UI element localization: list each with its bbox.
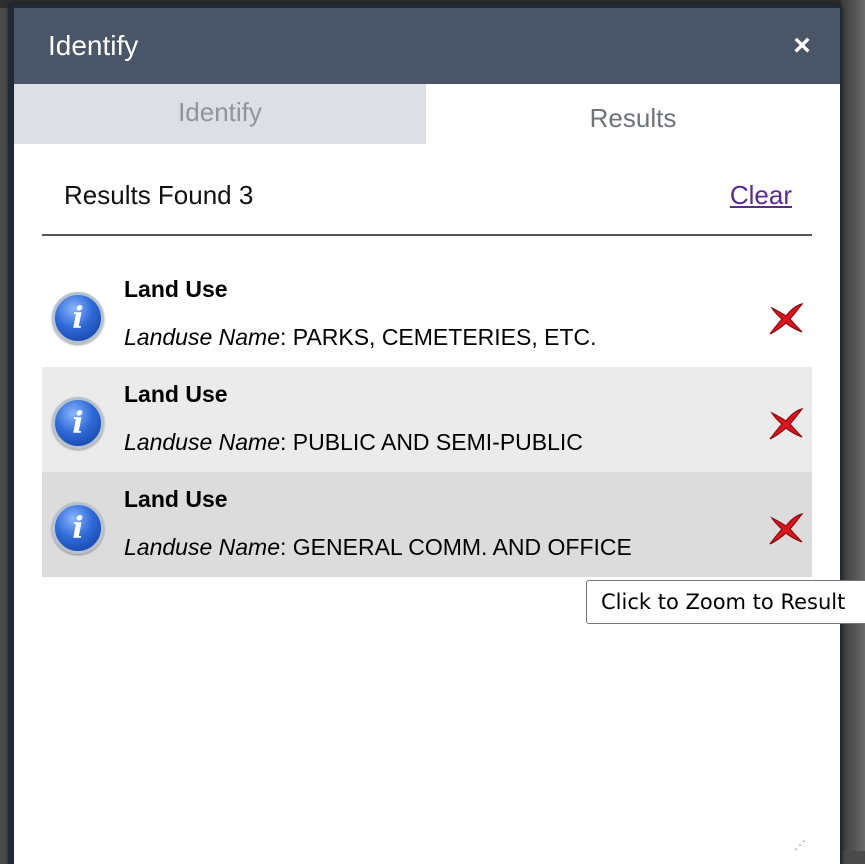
red-x-icon[interactable] — [766, 508, 806, 548]
result-field-name: Landuse Name — [124, 534, 280, 560]
dialog-title: Identify — [48, 30, 139, 61]
result-detail: Landuse Name: PARKS, CEMETERIES, ETC. — [124, 324, 597, 351]
dialog-content: Identify Results Results Found 3 Clear i… — [14, 84, 840, 864]
result-item[interactable]: i Land Use Landuse Name: PARKS, CEMETERI… — [42, 262, 812, 367]
tab-results[interactable]: Results — [426, 84, 840, 144]
result-detail: Landuse Name: PUBLIC AND SEMI-PUBLIC — [124, 429, 583, 456]
result-field-name: Landuse Name — [124, 324, 280, 350]
result-detail: Landuse Name: GENERAL COMM. AND OFFICE — [124, 534, 632, 561]
results-count: Results Found 3 — [64, 180, 254, 210]
info-icon[interactable]: i — [52, 292, 104, 344]
red-x-icon[interactable] — [766, 298, 806, 338]
tooltip: Click to Zoom to Result — [586, 580, 865, 624]
result-title: Land Use — [124, 276, 228, 302]
resize-grip-icon[interactable]: ⋰ — [794, 839, 810, 860]
result-field-value: : GENERAL COMM. AND OFFICE — [280, 534, 632, 560]
clear-link[interactable]: Clear — [730, 180, 792, 211]
result-field-value: : PUBLIC AND SEMI-PUBLIC — [280, 429, 583, 455]
info-icon[interactable]: i — [52, 397, 104, 449]
close-icon[interactable]: × — [786, 30, 818, 62]
result-item[interactable]: i Land Use Landuse Name: PUBLIC AND SEMI… — [42, 367, 812, 472]
info-icon[interactable]: i — [52, 502, 104, 554]
tab-identify[interactable]: Identify — [14, 84, 426, 144]
result-field-name: Landuse Name — [124, 429, 280, 455]
red-x-icon[interactable] — [766, 403, 806, 443]
dialog-titlebar[interactable]: Identify × — [14, 8, 840, 84]
result-title: Land Use — [124, 486, 228, 512]
background-map-edge — [841, 0, 865, 851]
result-title: Land Use — [124, 381, 228, 407]
result-field-value: : PARKS, CEMETERIES, ETC. — [280, 324, 597, 350]
identify-dialog: Identify × Identify Results Results Foun… — [8, 4, 842, 864]
results-header: Results Found 3 Clear — [42, 144, 812, 236]
results-list: i Land Use Landuse Name: PARKS, CEMETERI… — [42, 262, 812, 577]
tab-bar: Identify Results — [14, 84, 840, 144]
result-item[interactable]: i Land Use Landuse Name: GENERAL COMM. A… — [42, 472, 812, 577]
